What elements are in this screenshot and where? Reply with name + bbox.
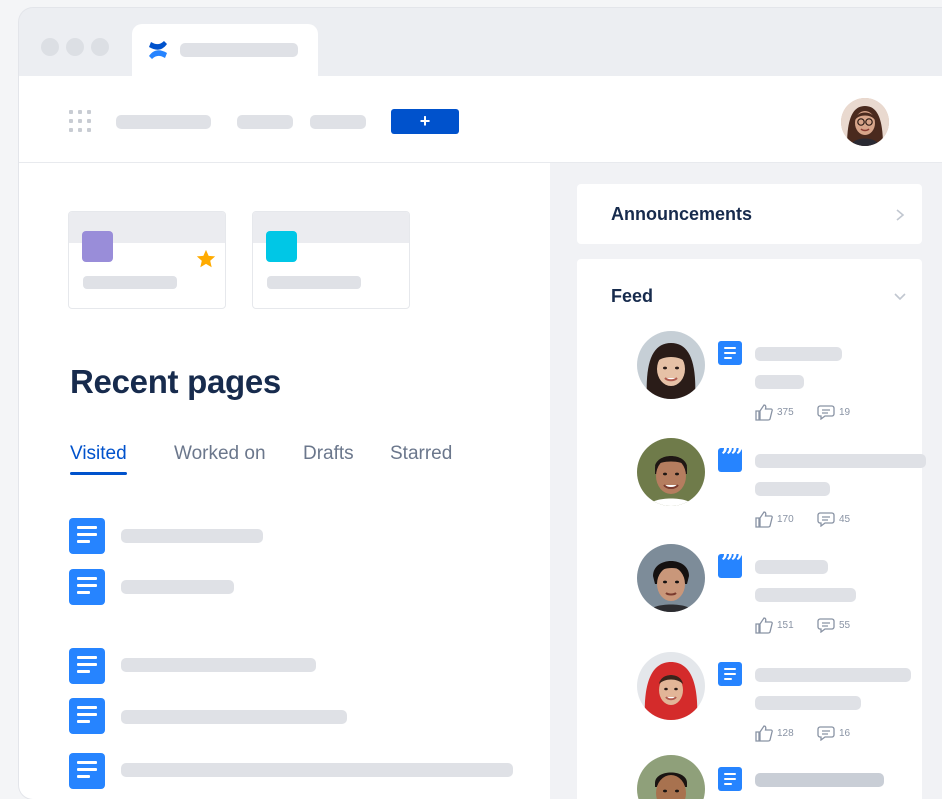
page-icon	[69, 569, 105, 605]
comments-count[interactable]: 16	[817, 725, 850, 741]
quote-type-icon	[718, 550, 742, 578]
tab-visited[interactable]: Visited	[70, 443, 127, 475]
quote-type-icon	[718, 444, 742, 472]
chevron-right-icon[interactable]	[895, 208, 905, 222]
comment-icon	[817, 726, 835, 741]
likes-count[interactable]: 170	[755, 511, 794, 528]
comments-count[interactable]: 45	[817, 511, 850, 527]
space-card[interactable]	[252, 211, 410, 309]
thumbs-up-icon	[755, 617, 773, 634]
comment-icon	[817, 512, 835, 527]
space-name-placeholder	[267, 276, 361, 289]
window-close-dot[interactable]	[41, 38, 59, 56]
feed-user-avatar[interactable]	[637, 544, 705, 612]
chevron-down-icon[interactable]	[893, 292, 907, 302]
window-minimize-dot[interactable]	[66, 38, 84, 56]
page-title-placeholder	[121, 710, 347, 724]
window-maximize-dot[interactable]	[91, 38, 109, 56]
feed-title-placeholder	[755, 560, 828, 574]
create-button[interactable]: +	[391, 109, 459, 134]
feed-subtitle-placeholder	[755, 588, 856, 602]
feed-user-avatar[interactable]	[637, 438, 705, 506]
comment-icon	[817, 405, 835, 420]
likes-count[interactable]: 151	[755, 617, 794, 634]
announcements-title: Announcements	[611, 204, 753, 224]
feed-user-avatar[interactable]	[637, 652, 705, 720]
feed-subtitle-placeholder	[755, 375, 804, 389]
likes-count[interactable]: 128	[755, 725, 794, 742]
tab-worked-on[interactable]: Worked on	[174, 443, 266, 465]
page-icon	[69, 753, 105, 789]
page-type-icon	[718, 662, 742, 686]
page-title-placeholder	[121, 580, 234, 594]
confluence-logo-icon	[149, 41, 167, 59]
recent-pages-title: Recent pages	[70, 363, 281, 400]
page-icon	[69, 518, 105, 554]
page-icon	[69, 698, 105, 734]
thumbs-up-icon	[755, 725, 773, 742]
page-title-placeholder	[121, 763, 513, 777]
space-name-placeholder	[83, 276, 177, 289]
feed-title-placeholder	[755, 454, 926, 468]
thumbs-up-icon	[755, 404, 773, 421]
tab-starred[interactable]: Starred	[390, 443, 452, 465]
likes-count[interactable]: 375	[755, 404, 794, 421]
tab-drafts[interactable]: Drafts	[303, 443, 354, 465]
app-toolbar: +	[19, 76, 942, 163]
comments-count[interactable]: 55	[817, 617, 850, 633]
comments-count[interactable]: 19	[817, 404, 850, 420]
thumbs-up-icon	[755, 511, 773, 528]
page-type-icon	[718, 767, 742, 791]
tab-title-placeholder	[180, 43, 298, 57]
feed-subtitle-placeholder	[755, 482, 830, 496]
browser-tab[interactable]	[132, 24, 318, 80]
feed-title-placeholder	[755, 347, 842, 361]
space-card[interactable]	[68, 211, 226, 309]
nav-item-placeholder[interactable]	[116, 115, 211, 129]
space-avatar	[82, 231, 113, 262]
page-type-icon	[718, 341, 742, 365]
feed-user-avatar[interactable]	[637, 331, 705, 399]
space-avatar	[266, 231, 297, 262]
star-icon[interactable]	[195, 248, 217, 270]
feed-subtitle-placeholder	[755, 696, 861, 710]
main-content: Recent pages Visited Worked on Drafts St…	[19, 163, 550, 799]
nav-item-placeholder[interactable]	[237, 115, 293, 129]
feed-title-placeholder	[755, 773, 884, 787]
feed-card: Feed 375 19 ”” 170 45 ”” 151 55 128 16	[577, 259, 926, 799]
browser-window: + Recent pages Visited Worked on Drafts …	[19, 8, 942, 799]
page-title-placeholder	[121, 529, 263, 543]
page-icon	[69, 648, 105, 684]
feed-title: Feed	[611, 286, 654, 306]
page-title-placeholder	[121, 658, 316, 672]
right-sidebar: Announcements Feed 375 19 ”” 170 45 ”” 1…	[550, 163, 942, 799]
feed-user-avatar[interactable]	[637, 755, 705, 799]
feed-title-placeholder	[755, 668, 911, 682]
app-switcher-icon[interactable]	[69, 110, 93, 134]
comment-icon	[817, 618, 835, 633]
user-avatar[interactable]	[841, 98, 889, 146]
announcements-card[interactable]: Announcements	[577, 184, 922, 244]
nav-item-placeholder[interactable]	[310, 115, 366, 129]
